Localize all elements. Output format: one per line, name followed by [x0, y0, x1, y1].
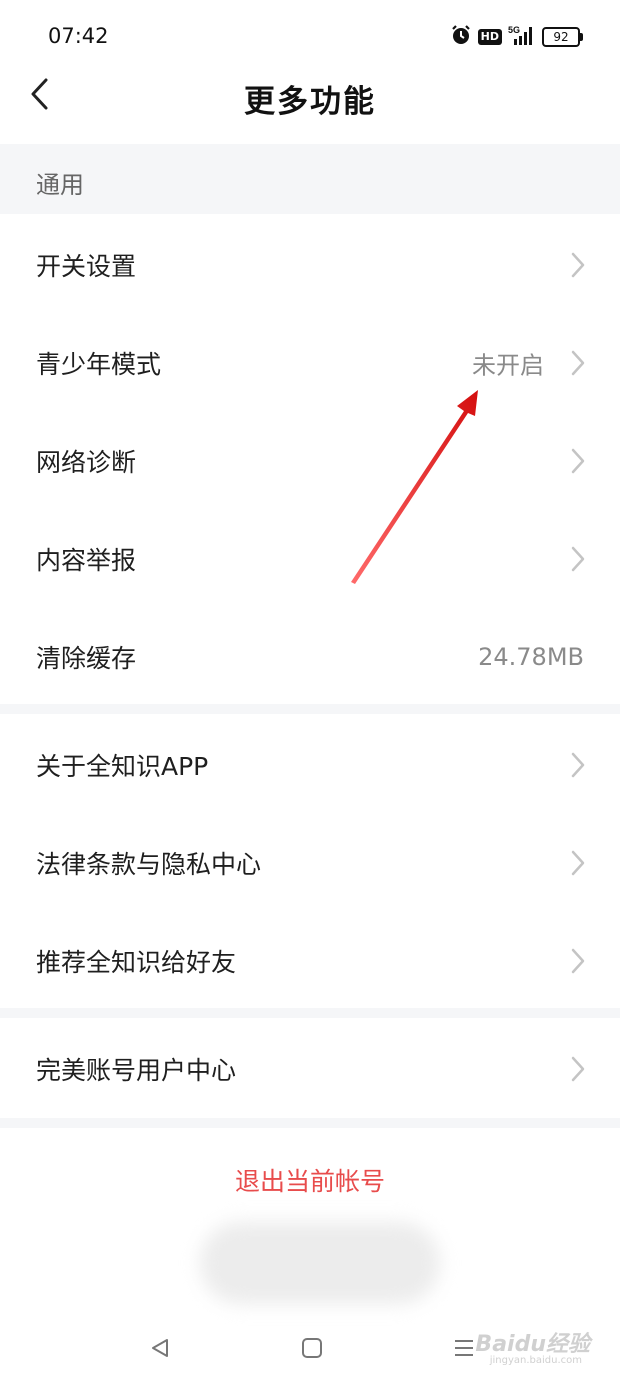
- square-home-icon: [302, 1338, 322, 1358]
- row-switch-settings[interactable]: 开关设置: [0, 216, 620, 314]
- logout-button[interactable]: 退出当前帐号: [0, 1128, 620, 1228]
- group-divider: [0, 1008, 620, 1018]
- signal-5g-icon: 5G: [508, 24, 536, 50]
- teen-mode-status: 未开启: [472, 351, 544, 380]
- row-account-center[interactable]: 完美账号用户中心: [0, 1020, 620, 1118]
- row-legal-privacy[interactable]: 法律条款与隐私中心: [0, 814, 620, 912]
- status-icons: HD 5G 92: [450, 24, 583, 50]
- row-teen-mode[interactable]: 青少年模式 未开启: [0, 314, 620, 412]
- row-label: 清除缓存: [36, 644, 137, 673]
- svg-text:5G: 5G: [508, 25, 520, 35]
- menu-icon: [455, 1340, 473, 1356]
- row-about-app[interactable]: 关于全知识APP: [0, 716, 620, 814]
- chevron-right-icon: [571, 752, 585, 778]
- alarm-icon: [450, 24, 472, 50]
- group-divider: [0, 704, 620, 714]
- watermark-logo: Baidu经验: [475, 1332, 590, 1357]
- triangle-back-icon: [152, 1339, 168, 1357]
- chevron-right-icon: [571, 948, 585, 974]
- row-content-report[interactable]: 内容举报: [0, 510, 620, 608]
- nav-back-button[interactable]: [142, 1330, 178, 1366]
- row-label: 关于全知识APP: [36, 752, 209, 781]
- cache-size: 24.78MB: [478, 643, 584, 671]
- row-network-diagnosis[interactable]: 网络诊断: [0, 412, 620, 510]
- status-time: 07:42: [48, 24, 109, 48]
- row-label: 开关设置: [36, 252, 137, 281]
- chevron-right-icon: [571, 546, 585, 572]
- row-label: 完美账号用户中心: [36, 1056, 237, 1085]
- group-divider: [0, 1118, 620, 1128]
- chevron-right-icon: [571, 252, 585, 278]
- row-clear-cache[interactable]: 清除缓存 24.78MB: [0, 608, 620, 706]
- nav-header: 更多功能: [0, 72, 620, 144]
- chevron-right-icon: [571, 448, 585, 474]
- row-label: 内容举报: [36, 546, 137, 575]
- section-title: 通用: [36, 171, 84, 199]
- page-title: 更多功能: [244, 84, 376, 120]
- more-features-screen: 07:42 HD 5G 92 更多功能 通用 开关设置 青少年模式 未开启 网络…: [0, 0, 620, 1386]
- status-bar: 07:42 HD 5G 92: [0, 0, 620, 72]
- hd-icon: HD: [477, 29, 502, 45]
- nav-home-button[interactable]: [294, 1330, 330, 1366]
- chevron-right-icon: [571, 1056, 585, 1082]
- row-recommend-friends[interactable]: 推荐全知识给好友: [0, 912, 620, 1010]
- watermark-url: jingyan.baidu.com: [489, 1355, 582, 1366]
- logout-label: 退出当前帐号: [234, 1167, 385, 1196]
- chevron-right-icon: [571, 850, 585, 876]
- row-label: 网络诊断: [36, 448, 137, 477]
- chevron-right-icon: [571, 350, 585, 376]
- row-label: 推荐全知识给好友: [36, 948, 237, 977]
- row-label: 法律条款与隐私中心: [36, 850, 262, 879]
- section-header-general: 通用: [0, 144, 620, 214]
- battery-icon: 92: [542, 27, 583, 47]
- blurred-region: [200, 1222, 440, 1304]
- row-label: 青少年模式: [36, 350, 162, 379]
